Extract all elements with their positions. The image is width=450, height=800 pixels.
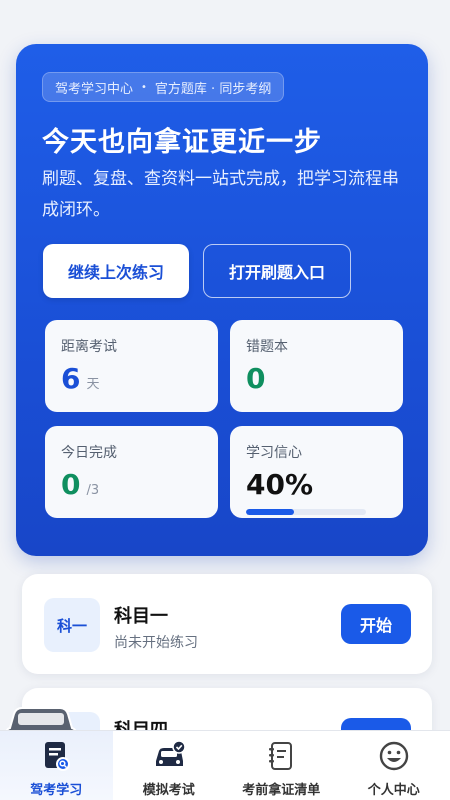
checklist-icon [269, 742, 293, 770]
hero-title: 今天也向拿证更近一步 [42, 127, 322, 158]
stat-unit: /3 [86, 483, 100, 498]
nav-label: 个人中心 [367, 783, 420, 798]
stat-label: 错题本 [246, 339, 288, 355]
chip-right-text: 官方题库 · 同步考纲 [154, 81, 272, 97]
confidence-progress-fill [246, 509, 294, 515]
stat-label: 距离考试 [61, 339, 117, 355]
nav-label: 驾考学习 [30, 783, 83, 798]
nav-item-study[interactable]: 驾考学习 [0, 731, 113, 800]
study-icon [45, 742, 71, 771]
chip-left-text: 驾考学习中心 [55, 81, 134, 97]
source-chip: 驾考学习中心 • 官方题库 · 同步考纲 [42, 72, 285, 102]
stat-value: 0 [246, 362, 266, 395]
nav-item-mock-exam[interactable]: 模拟考试 [113, 731, 226, 800]
continue-practice-button[interactable]: 继续上次练习 [43, 244, 189, 298]
nav-item-profile[interactable]: 个人中心 [338, 731, 450, 800]
exam-countdown-card: 距离考试 6 天 [45, 320, 218, 412]
subject-status: 尚未开始练习 [114, 635, 198, 651]
subject-card-1[interactable]: 科一 科目一 尚未开始练习 开始 [22, 574, 432, 674]
mistakes-card[interactable]: 错题本 0 [230, 320, 403, 412]
bottom-nav: 驾考学习 模拟考试 考前拿证清单 个人中心 [0, 730, 450, 800]
stat-label: 学习信心 [246, 445, 302, 461]
chip-separator: • [141, 81, 147, 93]
confidence-progress-track [246, 509, 366, 515]
stat-value: 6 [61, 362, 81, 395]
subject-badge: 科一 [44, 598, 100, 652]
confidence-card: 学习信心 40% [230, 426, 403, 518]
nav-label: 考前拿证清单 [242, 783, 321, 798]
car-check-icon [155, 740, 186, 766]
hero-description: 刷题、复盘、查资料一站式完成，把学习流程串成闭环。 [42, 169, 399, 220]
stat-value: 0 [61, 468, 81, 501]
stat-unit: 天 [86, 377, 100, 392]
smile-icon [379, 741, 408, 771]
nav-label: 模拟考试 [142, 783, 195, 798]
subject-title: 科目一 [114, 606, 168, 627]
stat-label: 今日完成 [61, 445, 117, 461]
stat-value: 40% [246, 468, 314, 501]
hero-card: 驾考学习中心 • 官方题库 · 同步考纲 今天也向拿证更近一步 刷题、复盘、查资… [16, 44, 428, 556]
open-practice-button[interactable]: 打开刷题入口 [203, 244, 351, 298]
today-done-card: 今日完成 0 /3 [45, 426, 218, 518]
nav-item-checklist[interactable]: 考前拿证清单 [225, 731, 338, 800]
start-subject-1-button[interactable]: 开始 [341, 604, 411, 644]
